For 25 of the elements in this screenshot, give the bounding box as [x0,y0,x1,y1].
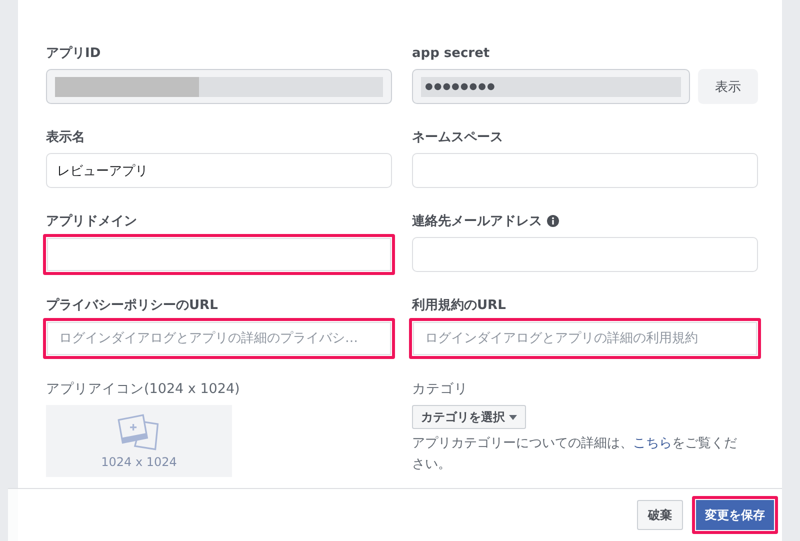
info-icon[interactable] [547,215,559,227]
field-label: アプリアイコン(1024 x 1024) [46,380,240,398]
field-label: 連絡先メールアドレス [412,213,542,230]
field-label: 利用規約のURL [412,297,506,314]
category-help-text: アプリカテゴリーについての詳細は、こちら をご覧ください。 [412,435,738,474]
field-label: アプリID [46,44,101,62]
masked-secret: ●●●●●●●● [421,76,681,96]
photo-add-icon [117,413,161,453]
field-label: app secret [412,46,490,60]
text-field[interactable]: ログインダイアログとアプリの詳細のプライバシ… [43,318,395,359]
save-button[interactable]: 変更を保存 [692,496,778,534]
help-link[interactable]: こちら [633,436,672,451]
caret-icon [509,414,517,420]
text-field[interactable]: ログインダイアログとアプリの詳細の利用規約 [409,318,761,359]
icon-size-caption: 1024 x 1024 [101,455,177,469]
field-label: ネームスペース [412,129,503,146]
show-button[interactable]: 表示 [698,69,758,104]
text-field[interactable]: レビューアプリ [46,153,392,188]
field-label: カテゴリ [412,380,468,398]
field-label: アプリドメイン [46,212,137,230]
category-dropdown[interactable]: カテゴリを選択 [412,405,526,429]
field-label: プライバシーポリシーのURL [46,296,218,314]
discard-button[interactable]: 破棄 [637,500,683,530]
text-field[interactable] [43,234,395,275]
field-label: 表示名 [46,129,85,146]
